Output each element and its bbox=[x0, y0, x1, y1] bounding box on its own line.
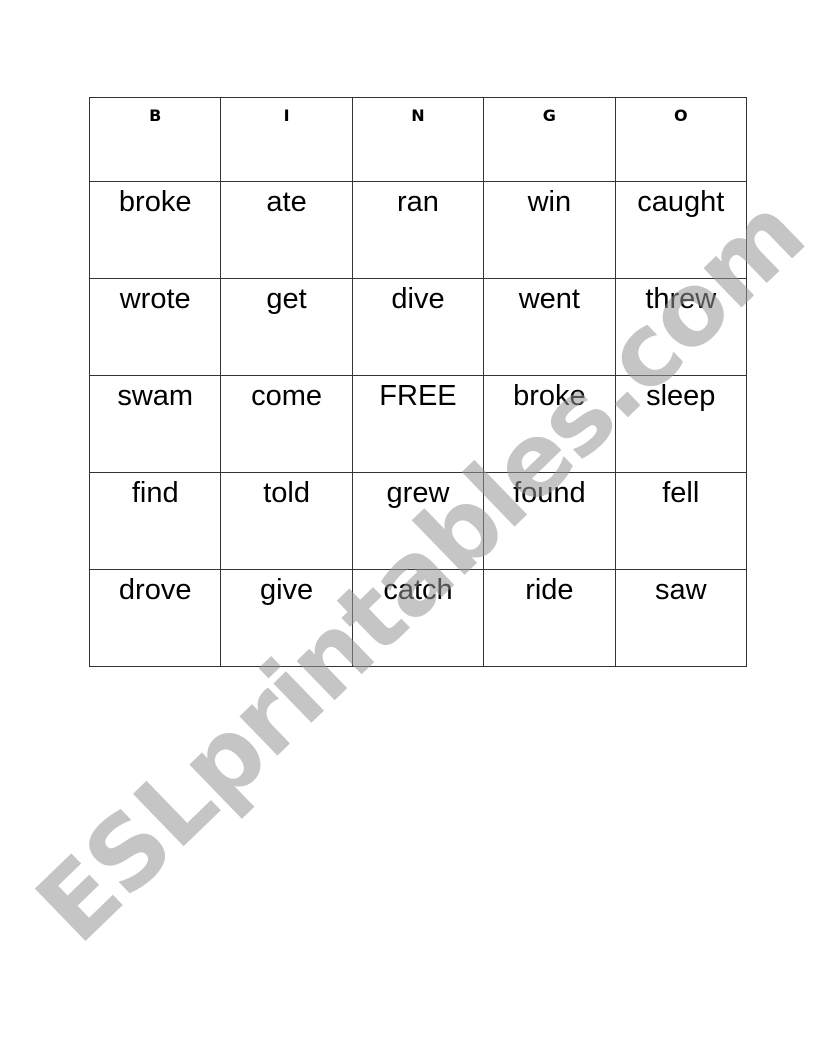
bingo-cell: give bbox=[220, 569, 353, 667]
header-b: B bbox=[88, 97, 222, 182]
bingo-cell: threw bbox=[614, 278, 748, 376]
bingo-cell: found bbox=[483, 472, 616, 570]
bingo-cell: dive bbox=[351, 278, 485, 376]
table-row: find told grew found fell bbox=[88, 472, 748, 570]
bingo-cell: fell bbox=[614, 472, 748, 570]
bingo-cell: went bbox=[483, 278, 616, 376]
bingo-cell: broke bbox=[483, 375, 616, 473]
bingo-cell: ate bbox=[220, 181, 353, 279]
bingo-cell: grew bbox=[351, 472, 485, 570]
header-g: G bbox=[483, 97, 616, 182]
bingo-cell: swam bbox=[88, 375, 222, 473]
bingo-cell: wrote bbox=[88, 278, 222, 376]
bingo-cell: drove bbox=[88, 569, 222, 667]
header-i: I bbox=[220, 97, 353, 182]
bingo-cell: broke bbox=[88, 181, 222, 279]
header-row: B I N G O bbox=[88, 97, 748, 182]
header-n: N bbox=[351, 97, 485, 182]
bingo-cell: caught bbox=[614, 181, 748, 279]
bingo-cell: told bbox=[220, 472, 353, 570]
bingo-cell: sleep bbox=[614, 375, 748, 473]
bingo-cell: ride bbox=[483, 569, 616, 667]
bingo-cell: come bbox=[220, 375, 353, 473]
bingo-cell: find bbox=[88, 472, 222, 570]
bingo-cell: catch bbox=[351, 569, 485, 667]
header-o: O bbox=[614, 97, 748, 182]
bingo-cell: win bbox=[483, 181, 616, 279]
bingo-card: B I N G O broke ate ran win caught wrote get di… bbox=[88, 97, 748, 667]
bingo-cell: get bbox=[220, 278, 353, 376]
bingo-cell: saw bbox=[614, 569, 748, 667]
table-row: swam come FREE broke sleep bbox=[88, 375, 748, 473]
bingo-cell: FREE bbox=[351, 375, 485, 473]
table-row: drove give catch ride saw bbox=[88, 569, 748, 667]
table-row: broke ate ran win caught bbox=[88, 181, 748, 279]
bingo-cell: ran bbox=[351, 181, 485, 279]
table-row: wrote get dive went threw bbox=[88, 278, 748, 376]
